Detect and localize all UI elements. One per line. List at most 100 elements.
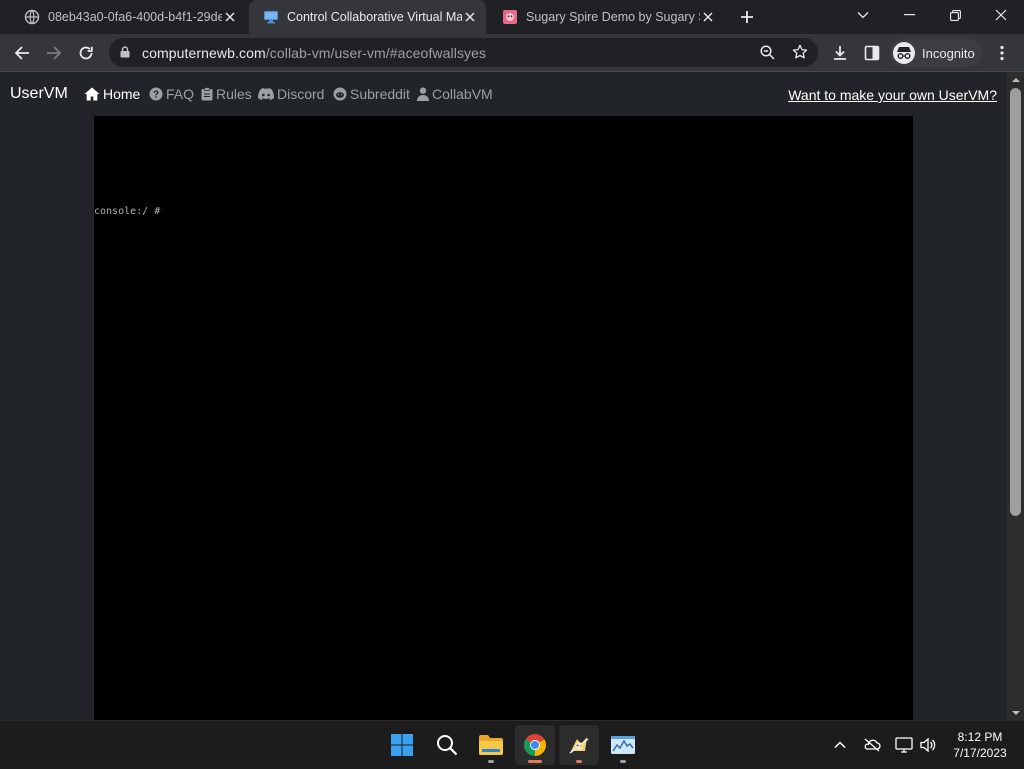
monitor-icon — [263, 9, 279, 25]
restore-button[interactable] — [932, 0, 978, 30]
side-panel-button[interactable] — [858, 39, 886, 67]
tab-close-icon[interactable] — [700, 9, 716, 25]
incognito-label: Incognito — [922, 45, 975, 61]
onedrive-off-icon — [864, 738, 881, 752]
tab-uuid-page[interactable]: 08eb43a0-0fa6-400d-b4f1-29de86 — [10, 0, 246, 34]
nav-label: Home — [103, 86, 141, 102]
home-icon — [84, 87, 100, 101]
new-tab-button[interactable] — [736, 6, 758, 28]
url-text: computernewb.com/collab-vm/user-vm/#aceo… — [142, 45, 486, 61]
taskbar-task-manager[interactable] — [603, 725, 643, 765]
onedrive-tray[interactable] — [862, 735, 882, 755]
back-button[interactable] — [8, 39, 36, 67]
discord-icon — [258, 88, 274, 100]
arrow-right-icon — [47, 46, 62, 60]
nav-label: FAQ — [166, 86, 195, 102]
nav-rules[interactable]: Rules — [201, 86, 252, 102]
lock-icon[interactable] — [120, 46, 130, 58]
side-panel-icon — [864, 45, 880, 61]
incognito-badge[interactable]: Incognito — [890, 39, 983, 67]
windows-taskbar: 8:12 PM 7/17/2023 — [0, 720, 1024, 769]
game-app-icon — [569, 737, 589, 754]
network-icon — [895, 737, 913, 753]
running-indicator — [620, 760, 626, 763]
forward-button[interactable] — [40, 39, 68, 67]
site-navbar: UserVM Home ? FAQ Rules Discord Subreddi… — [0, 72, 1007, 116]
incognito-icon — [892, 41, 916, 65]
kebab-menu-icon — [1000, 45, 1004, 61]
nav-home[interactable]: Home — [84, 86, 140, 102]
taskbar-search-button[interactable] — [427, 725, 467, 765]
tab-strip: 08eb43a0-0fa6-400d-b4f1-29de86 Control C… — [0, 0, 1024, 34]
taskbar-game-app[interactable] — [559, 725, 599, 765]
start-button[interactable] — [382, 725, 422, 765]
game-favicon-icon — [502, 9, 518, 25]
tab-close-icon[interactable] — [222, 9, 238, 25]
tab-title: Control Collaborative Virtual Machines — [287, 10, 462, 24]
tab-title: 08eb43a0-0fa6-400d-b4f1-29de86 — [48, 10, 222, 24]
nav-subreddit[interactable]: Subreddit — [333, 86, 410, 102]
zoom-icon[interactable] — [760, 45, 775, 60]
reload-button[interactable] — [72, 39, 100, 67]
browser-toolbar: computernewb.com/collab-vm/user-vm/#aceo… — [0, 34, 1024, 72]
running-indicator — [576, 760, 582, 763]
tab-close-icon[interactable] — [462, 9, 478, 25]
scrollbar-thumb[interactable] — [1010, 88, 1021, 516]
browser-menu-button[interactable] — [988, 39, 1016, 67]
nav-faq[interactable]: ? FAQ — [149, 86, 194, 102]
nav-label: CollabVM — [432, 86, 493, 102]
minimize-icon — [903, 14, 915, 16]
chrome-icon — [524, 734, 546, 756]
scroll-up-button[interactable] — [1007, 72, 1024, 86]
globe-icon — [24, 9, 40, 25]
scroll-down-button[interactable] — [1007, 706, 1024, 720]
taskbar-file-explorer[interactable] — [471, 725, 511, 765]
file-explorer-icon — [479, 735, 503, 755]
nav-label: Rules — [216, 86, 252, 102]
clipboard-icon — [201, 87, 213, 101]
brand-link[interactable]: UserVM — [10, 85, 68, 103]
triangle-down-icon — [1011, 710, 1020, 715]
reload-icon — [79, 46, 93, 60]
console-prompt: console:/ # — [94, 206, 161, 217]
url-host: computernewb.com — [142, 45, 266, 61]
tab-title: Sugary Spire Demo by Sugary Spire — [526, 10, 700, 24]
nav-label: Subreddit — [350, 86, 410, 102]
tab-sugary-spire[interactable]: Sugary Spire Demo by Sugary Spire — [488, 0, 724, 34]
reddit-icon — [333, 87, 347, 101]
network-tray[interactable] — [894, 735, 914, 755]
user-icon — [417, 87, 429, 101]
volume-icon — [920, 737, 936, 753]
question-circle-icon: ? — [149, 87, 163, 101]
close-window-button[interactable] — [978, 0, 1024, 30]
clock-date: 7/17/2023 — [953, 746, 1007, 760]
url-path: /collab-vm/user-vm/#aceofwallsyes — [265, 45, 487, 61]
make-own-uservm-link[interactable]: Want to make your own UserVM? — [788, 87, 997, 103]
page-scrollbar[interactable] — [1007, 72, 1024, 720]
nav-discord[interactable]: Discord — [258, 86, 324, 102]
nav-collabvm[interactable]: CollabVM — [417, 86, 493, 102]
plus-icon — [741, 11, 753, 23]
address-bar[interactable]: computernewb.com/collab-vm/user-vm/#aceo… — [109, 38, 818, 67]
downloads-button[interactable] — [826, 39, 854, 67]
chevron-up-icon — [834, 741, 846, 749]
svg-text:?: ? — [153, 90, 159, 101]
active-indicator — [528, 760, 542, 763]
vm-display[interactable]: console:/ # — [94, 116, 913, 720]
bookmark-star-icon[interactable] — [792, 44, 808, 60]
tab-search-button[interactable] — [840, 0, 886, 30]
close-icon — [995, 9, 1007, 21]
restore-icon — [949, 9, 961, 21]
tab-collabvm[interactable]: Control Collaborative Virtual Machines — [249, 0, 486, 34]
nav-label: Discord — [277, 86, 325, 102]
arrow-left-icon — [14, 46, 29, 60]
clock-time: 8:12 PM — [957, 730, 1003, 744]
running-indicator — [488, 760, 494, 763]
system-clock[interactable]: 8:12 PM 7/17/2023 — [944, 729, 1016, 761]
volume-tray[interactable] — [918, 735, 938, 755]
taskbar-chrome[interactable] — [515, 725, 555, 765]
show-hidden-icons-button[interactable] — [830, 735, 850, 755]
search-icon — [437, 735, 458, 756]
minimize-button[interactable] — [886, 0, 932, 30]
task-manager-icon — [611, 736, 635, 754]
